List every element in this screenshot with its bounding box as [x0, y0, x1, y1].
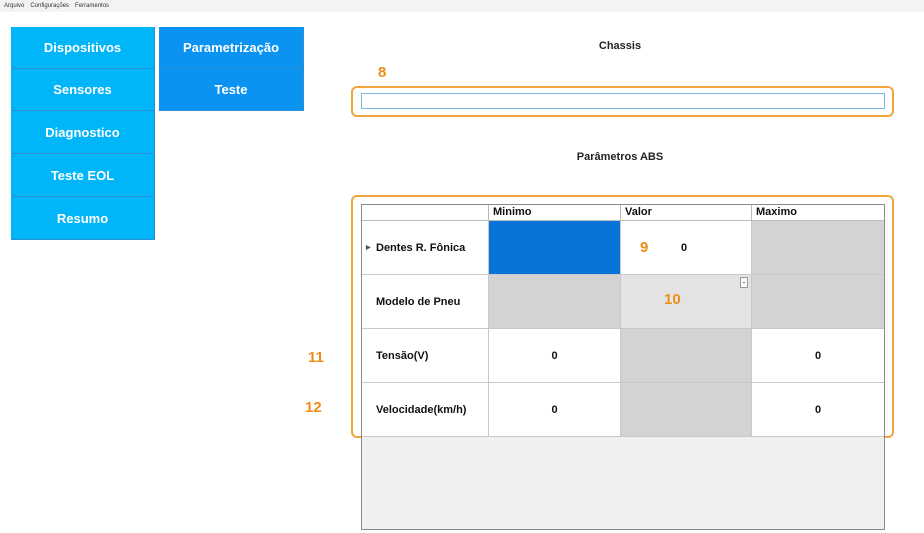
cell-velocidade-valor[interactable] [621, 383, 752, 437]
cell-dentes-min[interactable] [489, 221, 621, 275]
menu-configuracoes[interactable]: Configurações [30, 1, 69, 11]
callout-12: 12 [305, 399, 322, 416]
abs-grid: Minimo Valor Maximo ▶ Dentes R. Fônica 0… [361, 204, 885, 530]
cell-tensao-min[interactable]: 0 [489, 329, 621, 383]
header-corner [362, 205, 489, 221]
cell-tensao-valor[interactable] [621, 329, 752, 383]
cell-velocidade-max[interactable]: 0 [752, 383, 884, 437]
callout-11: 11 [308, 349, 324, 366]
callout-8: 8 [378, 64, 387, 81]
menu-bar: Arquivo Configurações Ferramentos [4, 1, 109, 11]
cell-dentes-max[interactable] [752, 221, 884, 275]
row-label-tensao: Tensão(V) [362, 329, 489, 383]
cell-pneu-valor-dropdown[interactable]: ⌄ [621, 275, 752, 329]
row-label-dentes: ▶ Dentes R. Fônica [362, 221, 489, 275]
header-maximo: Maximo [752, 205, 884, 221]
menu-arquivo[interactable]: Arquivo [4, 1, 24, 11]
header-valor: Valor [621, 205, 752, 221]
nav-diagnostico-button[interactable]: Diagnostico [11, 111, 155, 154]
cell-tensao-max[interactable]: 0 [752, 329, 884, 383]
nav-dispositivos-button[interactable]: Dispositivos [11, 27, 155, 69]
row-label-modelo-pneu: Modelo de Pneu [362, 275, 489, 329]
row-label-velocidade: Velocidade(km/h) [362, 383, 489, 437]
abs-title: Parâmetros ABS [576, 151, 664, 163]
subnav-teste-button[interactable]: Teste [159, 69, 304, 111]
callout-10: 10 [664, 291, 681, 308]
chassis-input[interactable] [361, 93, 885, 109]
row-pointer-icon: ▶ [366, 245, 371, 251]
nav-sensores-button[interactable]: Sensores [11, 69, 155, 111]
callout-9: 9 [640, 239, 649, 256]
top-strip [0, 0, 924, 12]
nav-teste-eol-button[interactable]: Teste EOL [11, 154, 155, 197]
nav-resumo-button[interactable]: Resumo [11, 197, 155, 240]
row-label-text: Dentes R. Fônica [376, 241, 466, 254]
chassis-title: Chassis [598, 40, 642, 52]
cell-pneu-max[interactable] [752, 275, 884, 329]
menu-ferramentas[interactable]: Ferramentos [75, 1, 109, 11]
header-minimo: Minimo [489, 205, 621, 221]
chevron-down-icon[interactable]: ⌄ [740, 277, 748, 288]
cell-pneu-min[interactable] [489, 275, 621, 329]
subnav-parametrizacao-button[interactable]: Parametrização [159, 27, 304, 69]
cell-velocidade-min[interactable]: 0 [489, 383, 621, 437]
